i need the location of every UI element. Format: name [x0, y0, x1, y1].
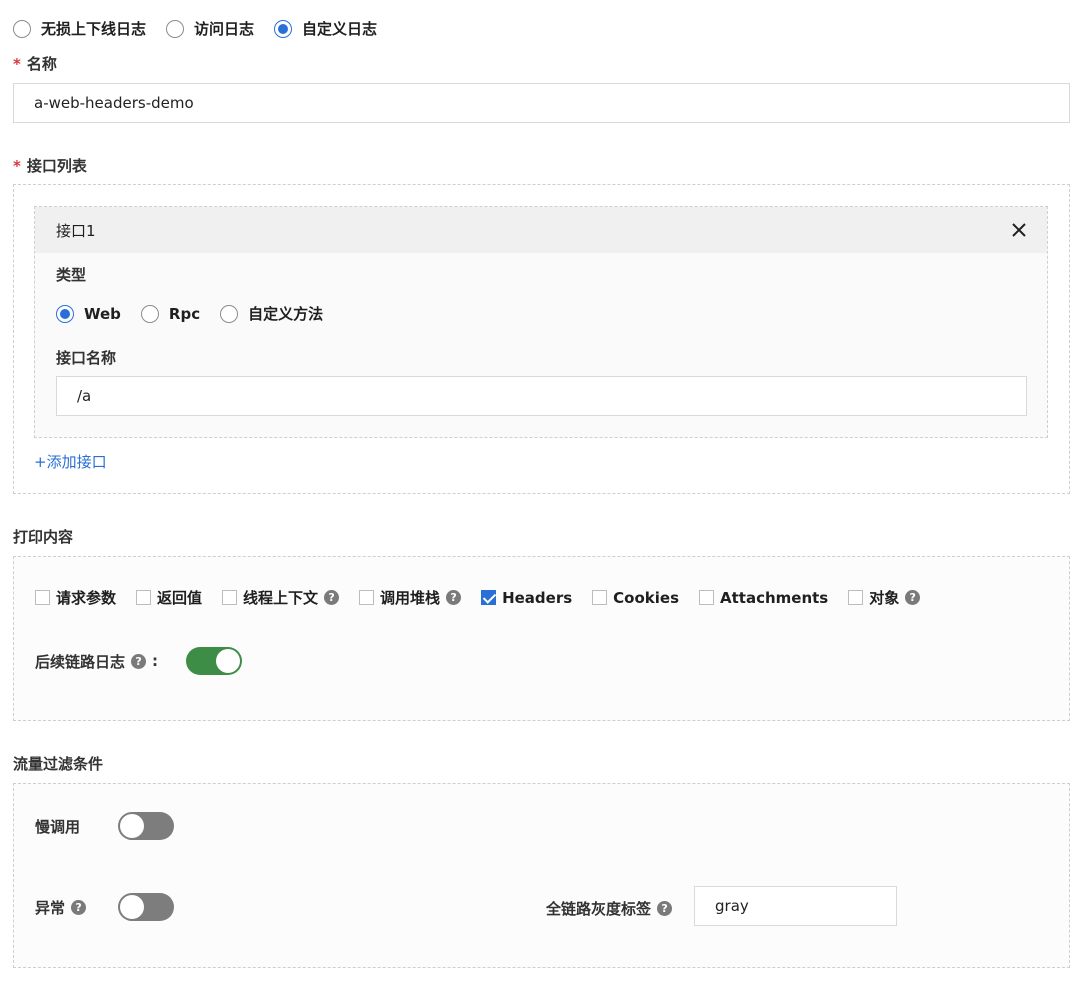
help-icon[interactable]: ? [71, 899, 87, 915]
follow-up-log-toggle[interactable] [186, 647, 243, 675]
print-content-container [13, 556, 1070, 721]
checkbox-request-params[interactable]: 请求参数 [35, 587, 116, 608]
checkbox-headers[interactable]: Headers [481, 589, 572, 607]
type-web[interactable]: Web [56, 304, 121, 323]
follow-up-log-row: 后续链路日志 ? : [35, 647, 243, 675]
exception-row: 异常 ? [35, 893, 174, 921]
log-type-custom[interactable]: 自定义日志 [274, 18, 377, 39]
slow-call-label: 慢调用 [35, 817, 81, 836]
radio-web[interactable] [56, 304, 74, 323]
checkbox-cookies[interactable]: Cookies [592, 589, 679, 607]
print-content-checkboxes: 请求参数 返回值 线程上下文 ? 调用堆栈 ? Headers Cookies … [35, 587, 940, 608]
log-type-radio-group: 无损上下线日志 访问日志 自定义日志 [13, 18, 397, 39]
exception-toggle[interactable] [118, 893, 174, 921]
checkbox-attachments[interactable]: Attachments [699, 589, 828, 607]
interface-card-title: 接口1 [56, 221, 96, 240]
help-icon[interactable]: ? [657, 901, 673, 916]
add-interface-link[interactable]: +添加接口 [34, 451, 107, 472]
traffic-filter-container [13, 783, 1070, 968]
radio-lossless[interactable] [13, 19, 31, 38]
checkbox-call-stack[interactable]: 调用堆栈 ? [359, 587, 462, 608]
checkbox-return-value[interactable]: 返回值 [136, 587, 202, 608]
log-type-lossless[interactable]: 无损上下线日志 [13, 18, 146, 39]
interface-name-label: 接口名称 [56, 349, 117, 367]
radio-custom-method[interactable] [220, 304, 239, 323]
interface-card-header: 接口1 [35, 207, 1047, 253]
slow-call-row: 慢调用 [35, 812, 174, 840]
interface-list-label: * 接口列表 [13, 157, 87, 175]
type-rpc[interactable]: Rpc [140, 304, 200, 323]
checkbox-thread-context[interactable]: 线程上下文 ? [222, 587, 340, 608]
help-icon[interactable]: ? [131, 653, 147, 669]
follow-up-log-label: 后续链路日志 [35, 652, 126, 671]
type-custom-method[interactable]: 自定义方法 [220, 303, 323, 324]
help-icon[interactable]: ? [324, 590, 340, 605]
gray-tag-label-row: 全链路灰度标签 ? [546, 898, 673, 919]
print-content-label: 打印内容 [13, 528, 74, 546]
radio-access[interactable] [166, 19, 185, 38]
traffic-filter-label: 流量过滤条件 [13, 755, 104, 773]
name-input[interactable]: a-web-headers-demo [13, 83, 1070, 123]
slow-call-toggle[interactable] [118, 812, 174, 840]
required-mark: * [13, 55, 21, 73]
help-icon[interactable]: ? [905, 590, 921, 605]
required-mark: * [13, 157, 21, 175]
log-type-access[interactable]: 访问日志 [166, 18, 254, 39]
radio-rpc[interactable] [140, 304, 159, 323]
gray-tag-label: 全链路灰度标签 [546, 900, 652, 918]
interface-name-input[interactable]: /a [56, 376, 1027, 416]
type-radio-group: Web Rpc 自定义方法 [56, 303, 343, 324]
checkbox-object[interactable]: 对象 ? [848, 587, 921, 608]
exception-label: 异常 [35, 898, 66, 917]
radio-custom[interactable] [274, 19, 293, 38]
close-icon[interactable] [1011, 222, 1027, 238]
gray-tag-input[interactable]: gray [694, 886, 897, 926]
name-label: * 名称 [13, 55, 57, 73]
help-icon[interactable]: ? [446, 590, 462, 605]
type-label: 类型 [56, 266, 87, 284]
